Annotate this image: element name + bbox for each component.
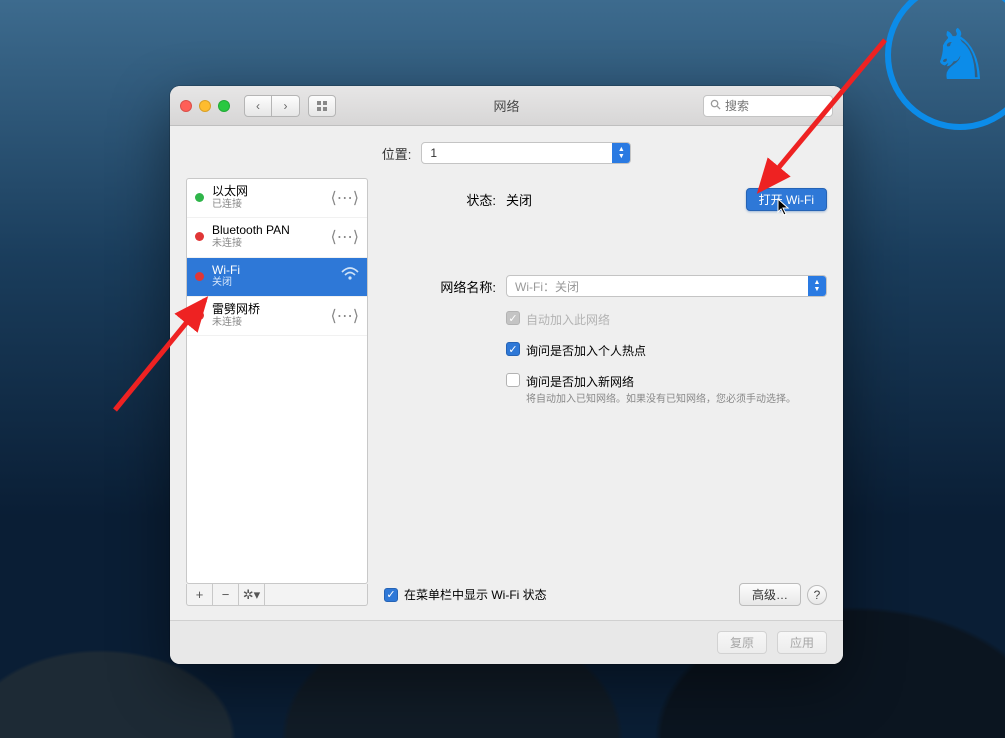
- sidebar-item-sub: 已连接: [212, 199, 248, 211]
- menubar-checkbox[interactable]: ✓: [384, 588, 398, 602]
- sidebar-item-bluetooth-pan[interactable]: Bluetooth PAN 未连接 ⟨⋯⟩: [187, 218, 367, 257]
- status-label: 状态:: [384, 190, 496, 209]
- status-dot-icon: [195, 272, 204, 281]
- sidebar-item-text: Wi-Fi 关闭: [212, 264, 240, 289]
- location-value: 1: [430, 146, 437, 160]
- forward-button[interactable]: ›: [272, 95, 300, 117]
- ask-hotspot-checkbox[interactable]: ✓: [506, 342, 520, 356]
- wifi-icon: [341, 267, 359, 286]
- minimize-button[interactable]: [199, 100, 211, 112]
- sidebar-item-sub: 未连接: [212, 317, 260, 329]
- nav-buttons: ‹ ›: [244, 95, 300, 117]
- advanced-button[interactable]: 高级…: [739, 583, 801, 606]
- network-preferences-window: ‹ › 网络 位置: 1 ▲▼ 以太网 已: [170, 86, 843, 664]
- corner-emblem: ♞: [885, 0, 1005, 130]
- network-name-row: 网络名称: Wi-Fi：关闭 ▲▼: [384, 275, 827, 297]
- auto-join-label: 自动加入此网络: [526, 311, 610, 328]
- ethernet-icon: ⟨⋯⟩: [331, 306, 359, 326]
- sidebar-item-text: 雷劈网桥 未连接: [212, 303, 260, 328]
- connection-options-button[interactable]: ✲▾: [239, 584, 265, 605]
- auto-join-checkbox: ✓: [506, 311, 520, 325]
- sidebar-item-text: 以太网 已连接: [212, 185, 248, 210]
- ask-new-row: 询问是否加入新网络 将自动加入已知网络。如果没有已知网络，您必须手动选择。: [506, 373, 827, 407]
- fullscreen-button[interactable]: [218, 100, 230, 112]
- help-button[interactable]: ?: [807, 585, 827, 605]
- content-area: 以太网 已连接 ⟨⋯⟩ Bluetooth PAN 未连接 ⟨⋯⟩: [170, 178, 843, 620]
- location-label: 位置:: [382, 144, 412, 163]
- status-row: 状态: 关闭 打开 Wi-Fi: [384, 178, 827, 211]
- ethernet-icon: ⟨⋯⟩: [331, 227, 359, 247]
- sidebar-item-thunderbolt-bridge[interactable]: 雷劈网桥 未连接 ⟨⋯⟩: [187, 297, 367, 336]
- sidebar-item-sub: 未连接: [212, 238, 290, 250]
- auto-join-row: ✓ 自动加入此网络: [506, 311, 827, 328]
- sidebar-item-name: Bluetooth PAN: [212, 224, 290, 238]
- network-name-placeholder: Wi-Fi：关闭: [515, 278, 579, 295]
- status-value: 关闭: [506, 190, 532, 209]
- status-dot-icon: [195, 193, 204, 202]
- search-icon: [710, 99, 721, 113]
- sidebar-item-name: 雷劈网桥: [212, 303, 260, 317]
- sidebar-item-name: Wi-Fi: [212, 264, 240, 278]
- bottom-row: ✓ 在菜单栏中显示 Wi-Fi 状态 高级… ?: [384, 583, 827, 606]
- ethernet-icon: ⟨⋯⟩: [331, 188, 359, 208]
- sidebar-item-text: Bluetooth PAN 未连接: [212, 224, 290, 249]
- network-name-dropdown[interactable]: Wi-Fi：关闭 ▲▼: [506, 275, 827, 297]
- location-row: 位置: 1 ▲▼: [170, 126, 843, 178]
- window-controls: [180, 100, 230, 112]
- ask-new-label: 询问是否加入新网络: [526, 373, 796, 390]
- sidebar-item-wifi[interactable]: Wi-Fi 关闭: [187, 258, 367, 297]
- network-name-label: 网络名称:: [384, 277, 496, 296]
- location-dropdown[interactable]: 1 ▲▼: [421, 142, 631, 164]
- ask-hotspot-label: 询问是否加入个人热点: [526, 342, 646, 359]
- close-button[interactable]: [180, 100, 192, 112]
- ask-new-help-text: 将自动加入已知网络。如果没有已知网络，您必须手动选择。: [526, 393, 796, 407]
- gear-icon: ✲▾: [243, 587, 260, 603]
- sidebar-footer: + − ✲▾: [186, 584, 368, 606]
- ask-new-checkbox[interactable]: [506, 373, 520, 387]
- search-input[interactable]: [725, 99, 826, 113]
- sidebar-column: 以太网 已连接 ⟨⋯⟩ Bluetooth PAN 未连接 ⟨⋯⟩: [186, 178, 368, 606]
- status-dot-icon: [195, 232, 204, 241]
- sidebar-item-sub: 关闭: [212, 277, 240, 289]
- back-button[interactable]: ‹: [244, 95, 272, 117]
- revert-button[interactable]: 复原: [717, 631, 767, 654]
- window-footer: 复原 应用: [170, 620, 843, 664]
- menubar-label: 在菜单栏中显示 Wi-Fi 状态: [404, 586, 547, 603]
- connection-list: 以太网 已连接 ⟨⋯⟩ Bluetooth PAN 未连接 ⟨⋯⟩: [186, 178, 368, 584]
- sidebar-item-name: 以太网: [212, 185, 248, 199]
- dropdown-arrows-icon: ▲▼: [808, 276, 826, 296]
- remove-connection-button[interactable]: −: [213, 584, 239, 605]
- ask-hotspot-row: ✓ 询问是否加入个人热点: [506, 342, 827, 359]
- sidebar-item-ethernet[interactable]: 以太网 已连接 ⟨⋯⟩: [187, 179, 367, 218]
- add-connection-button[interactable]: +: [187, 584, 213, 605]
- dropdown-arrows-icon: ▲▼: [612, 143, 630, 163]
- apply-button[interactable]: 应用: [777, 631, 827, 654]
- status-dot-icon: [195, 311, 204, 320]
- titlebar: ‹ › 网络: [170, 86, 843, 126]
- main-panel: 状态: 关闭 打开 Wi-Fi 网络名称: Wi-Fi：关闭 ▲▼ ✓ 自动加入…: [384, 178, 827, 606]
- search-field-wrap[interactable]: [703, 95, 833, 117]
- turn-on-wifi-button[interactable]: 打开 Wi-Fi: [746, 188, 827, 211]
- show-all-button[interactable]: [308, 95, 336, 117]
